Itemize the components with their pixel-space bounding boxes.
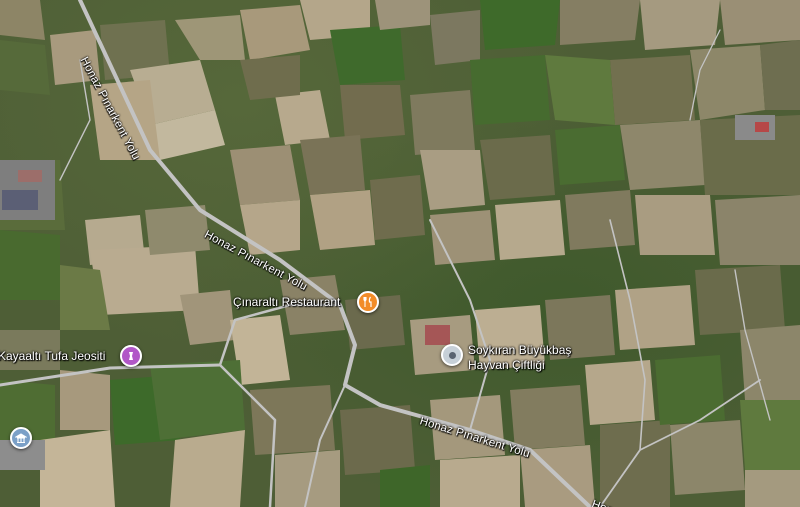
place-label-restaurant[interactable]: Çınaraltı Restaurant <box>233 295 340 309</box>
place-label-farm[interactable]: Soykıran Büyükbaş Hayvan Çiftliği <box>468 343 571 373</box>
place-label-farm-line1: Soykıran Büyükbaş <box>468 343 572 357</box>
bank-icon <box>15 433 27 444</box>
satellite-map[interactable]: Honaz Pınarkent Yolu Honaz Pınarkent Yol… <box>0 0 800 507</box>
place-label-farm-line2: Hayvan Çiftliği <box>468 358 545 372</box>
terrain-layer <box>0 0 800 507</box>
building-icon[interactable] <box>10 427 32 449</box>
restaurant-icon[interactable] <box>357 291 379 313</box>
place-icon[interactable] <box>441 344 463 366</box>
place-label-tufa-geosite[interactable]: Kayaaltı Tufa Jeositi <box>0 349 105 363</box>
fork-knife-icon <box>363 296 372 307</box>
dot-icon <box>448 351 456 359</box>
landmark-icon[interactable] <box>120 345 142 367</box>
monument-icon <box>129 352 133 360</box>
